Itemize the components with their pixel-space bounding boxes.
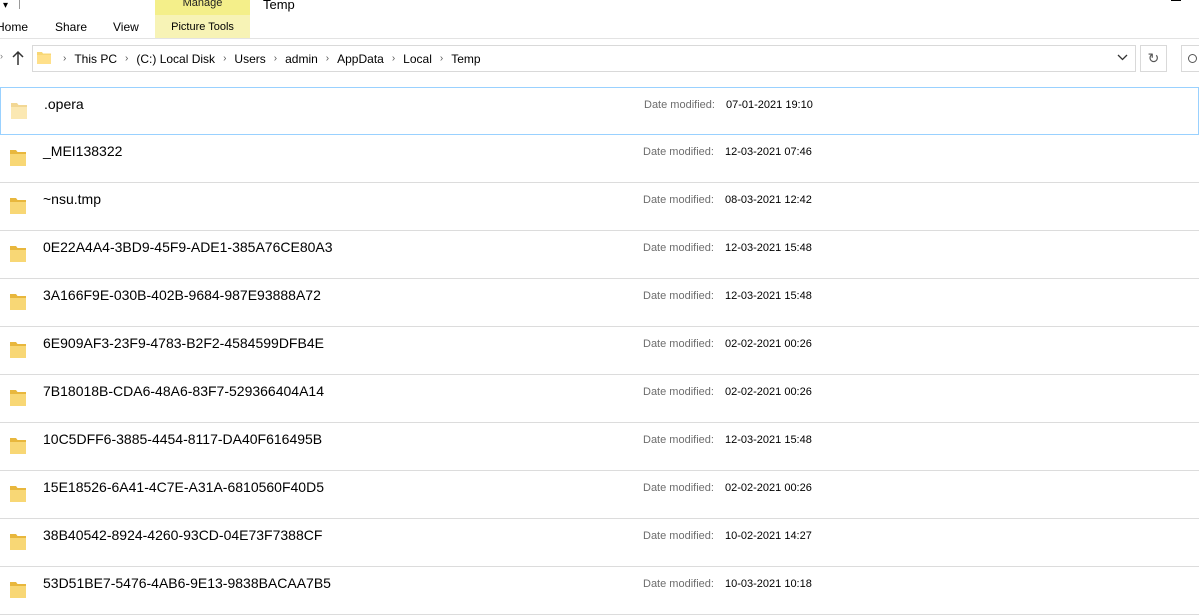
breadcrumb-item[interactable]: Temp (451, 52, 480, 66)
file-row[interactable]: 3A166F9E-030B-402B-9684-987E93888A72 Date… (0, 279, 1199, 327)
search-input[interactable] (1181, 45, 1199, 72)
window-title: Temp (263, 0, 295, 12)
date-modified-label: Date modified: (643, 434, 714, 446)
file-name: 7B18018B-CDA6-48A6-83F7-529366404A14 (43, 383, 324, 399)
folder-icon (10, 390, 26, 406)
date-modified-value: 02-02-2021 00:26 (725, 482, 812, 494)
ribbon-tab-strip: ▾ Home Share View Manage Picture Tools T… (0, 0, 1199, 38)
date-modified-label: Date modified: (643, 482, 714, 494)
date-modified-label: Date modified: (643, 146, 714, 158)
up-arrow-icon (12, 50, 24, 65)
date-modified-value: 10-03-2021 10:18 (725, 578, 812, 590)
file-name: 3A166F9E-030B-402B-9684-987E93888A72 (43, 287, 321, 303)
date-modified-label: Date modified: (643, 530, 714, 542)
file-name: 38B40542-8924-4260-93CD-04E73F7388CF (43, 527, 323, 543)
breadcrumb-chevron-icon[interactable]: › (125, 53, 128, 64)
breadcrumb-chevron-icon[interactable]: › (440, 53, 443, 64)
breadcrumb-chevron-icon[interactable]: › (223, 53, 226, 64)
file-name: 0E22A4A4-3BD9-45F9-ADE1-385A76CE80A3 (43, 239, 333, 255)
contextual-group-label: Manage (182, 0, 223, 9)
file-name: ~nsu.tmp (43, 191, 101, 207)
file-name: 10C5DFF6-3885-4454-8117-DA40F616495B (43, 431, 323, 447)
refresh-button[interactable]: ↻ (1140, 45, 1167, 72)
breadcrumb-chevron-icon[interactable]: › (392, 53, 395, 64)
quick-access-dropdown-icon[interactable]: ▾ (3, 0, 8, 11)
date-modified-label: Date modified: (643, 194, 714, 206)
up-arrow-button[interactable] (8, 50, 28, 68)
file-row[interactable]: .opera Date modified: 07-01-2021 19:10 (0, 87, 1199, 135)
breadcrumb-item[interactable]: Users (234, 52, 265, 66)
folder-icon (10, 342, 26, 358)
date-modified-value: 12-03-2021 15:48 (725, 434, 812, 446)
contextual-group-header: Manage (155, 0, 250, 15)
breadcrumb: › This PC › (C:) Local Disk › Users › admin › App… (55, 46, 481, 71)
back-arrow-icon[interactable]: › (0, 51, 5, 61)
breadcrumb-item[interactable]: (C:) Local Disk (136, 52, 215, 66)
date-modified-value: 12-03-2021 07:46 (725, 146, 812, 158)
breadcrumb-item[interactable]: Local (403, 52, 432, 66)
file-name: 15E18526-6A41-4C7E-A31A-6810560F40D5 (43, 479, 324, 495)
breadcrumb-item[interactable]: admin (285, 52, 318, 66)
ribbon-divider (0, 38, 1199, 39)
file-list: .opera Date modified: 07-01-2021 19:10 _MEI… (0, 87, 1199, 615)
date-modified-value: 10-02-2021 14:27 (725, 530, 812, 542)
date-modified-label: Date modified: (643, 386, 714, 398)
file-name: 6E909AF3-23F9-4783-B2F2-4584599DFB4E (43, 335, 324, 351)
minimize-button[interactable] (1171, 0, 1181, 1)
breadcrumb-chevron-icon[interactable]: › (274, 53, 277, 64)
date-modified-value: 12-03-2021 15:48 (725, 290, 812, 302)
file-row[interactable]: 10C5DFF6-3885-4454-8117-DA40F616495B Date… (0, 423, 1199, 471)
chevron-down-icon (1117, 54, 1127, 61)
date-modified-value: 02-02-2021 00:26 (725, 386, 812, 398)
file-row[interactable]: 38B40542-8924-4260-93CD-04E73F7388CF Date… (0, 519, 1199, 567)
address-history-dropdown[interactable] (1114, 50, 1130, 66)
breadcrumb-item[interactable]: AppData (337, 52, 384, 66)
folder-icon (10, 294, 26, 310)
folder-icon (37, 52, 51, 64)
file-row[interactable]: ~nsu.tmp Date modified: 08-03-2021 12:42 (0, 183, 1199, 231)
folder-icon (10, 486, 26, 502)
folder-icon (10, 246, 26, 262)
folder-icon (10, 198, 26, 214)
address-bar[interactable]: › This PC › (C:) Local Disk › Users › admin › App… (32, 45, 1136, 72)
file-row[interactable]: 53D51BE7-5476-4AB6-9E13-9838BACAA7B5 Date… (0, 567, 1199, 615)
folder-icon (10, 582, 26, 598)
folder-icon (10, 438, 26, 454)
file-row[interactable]: 15E18526-6A41-4C7E-A31A-6810560F40D5 Date… (0, 471, 1199, 519)
date-modified-label: Date modified: (644, 99, 715, 111)
file-name: 53D51BE7-5476-4AB6-9E13-9838BACAA7B5 (43, 575, 331, 591)
date-modified-label: Date modified: (643, 242, 714, 254)
date-modified-label: Date modified: (643, 338, 714, 350)
quick-access-separator (19, 0, 20, 9)
folder-icon (10, 534, 26, 550)
tab-home[interactable]: Home (0, 19, 28, 35)
date-modified-label: Date modified: (643, 578, 714, 590)
file-row[interactable]: 6E909AF3-23F9-4783-B2F2-4584599DFB4E Date… (0, 327, 1199, 375)
tab-view[interactable]: View (113, 19, 139, 35)
breadcrumb-chevron-icon[interactable]: › (326, 53, 329, 64)
folder-icon (11, 103, 27, 119)
date-modified-value: 07-01-2021 19:10 (726, 99, 813, 111)
contextual-tab-group: Manage Picture Tools (155, 0, 250, 38)
tab-share[interactable]: Share (55, 19, 87, 35)
file-row[interactable]: 7B18018B-CDA6-48A6-83F7-529366404A14 Date… (0, 375, 1199, 423)
date-modified-value: 08-03-2021 12:42 (725, 194, 812, 206)
breadcrumb-chevron-icon[interactable]: › (63, 53, 66, 64)
folder-icon (10, 150, 26, 166)
file-row[interactable]: _MEI138322 Date modified: 12-03-2021 07:46 (0, 135, 1199, 183)
refresh-icon: ↻ (1147, 50, 1160, 66)
file-name: _MEI138322 (43, 143, 123, 159)
file-row[interactable]: 0E22A4A4-3BD9-45F9-ADE1-385A76CE80A3 Date… (0, 231, 1199, 279)
tab-picture-tools[interactable]: Picture Tools (155, 15, 250, 38)
date-modified-value: 12-03-2021 15:48 (725, 242, 812, 254)
date-modified-value: 02-02-2021 00:26 (725, 338, 812, 350)
file-name: .opera (44, 96, 84, 112)
breadcrumb-item[interactable]: This PC (74, 52, 117, 66)
search-icon (1188, 54, 1197, 63)
date-modified-label: Date modified: (643, 290, 714, 302)
